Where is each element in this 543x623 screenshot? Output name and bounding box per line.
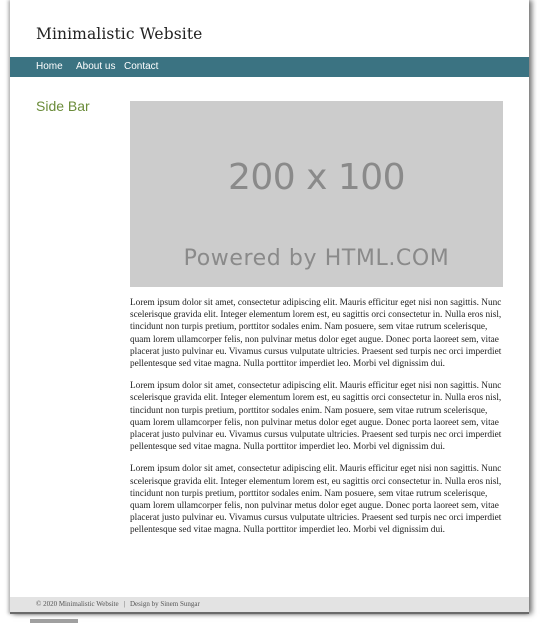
footer-separator: | — [123, 600, 125, 608]
bottom-edge-strip — [30, 619, 78, 623]
nav-link-home[interactable]: Home — [36, 61, 63, 72]
placeholder-image: 200 x 100 Powered by HTML.COM — [130, 101, 503, 287]
site-title: Minimalistic Website — [36, 25, 203, 43]
nav-link-contact[interactable]: Contact — [124, 61, 158, 72]
footer-text: © 2020 Minimalistic Website | Design by Si… — [36, 600, 200, 608]
content-paragraph: Lorem ipsum dolor sit amet, consectetur … — [130, 381, 502, 453]
content-paragraph: Lorem ipsum dolor sit amet, consectetur … — [130, 464, 502, 536]
sidebar-title: Side Bar — [36, 98, 90, 114]
placeholder-powered-text: Powered by HTML.COM — [183, 246, 450, 271]
content-paragraph: Lorem ipsum dolor sit amet, consectetur … — [130, 298, 502, 370]
navigation-bar: Home About us Contact — [10, 57, 529, 77]
nav-link-about-us[interactable]: About us — [76, 61, 115, 72]
footer: © 2020 Minimalistic Website | Design by Si… — [10, 597, 529, 612]
footer-credit: Design by Sinem Sungar — [130, 600, 200, 608]
placeholder-size-text: 200 x 100 — [227, 157, 406, 198]
page-container: Minimalistic Website Home About us Conta… — [10, 0, 529, 614]
main-content: Lorem ipsum dolor sit amet, consectetur … — [130, 297, 503, 547]
footer-copyright: © 2020 Minimalistic Website — [36, 600, 119, 608]
